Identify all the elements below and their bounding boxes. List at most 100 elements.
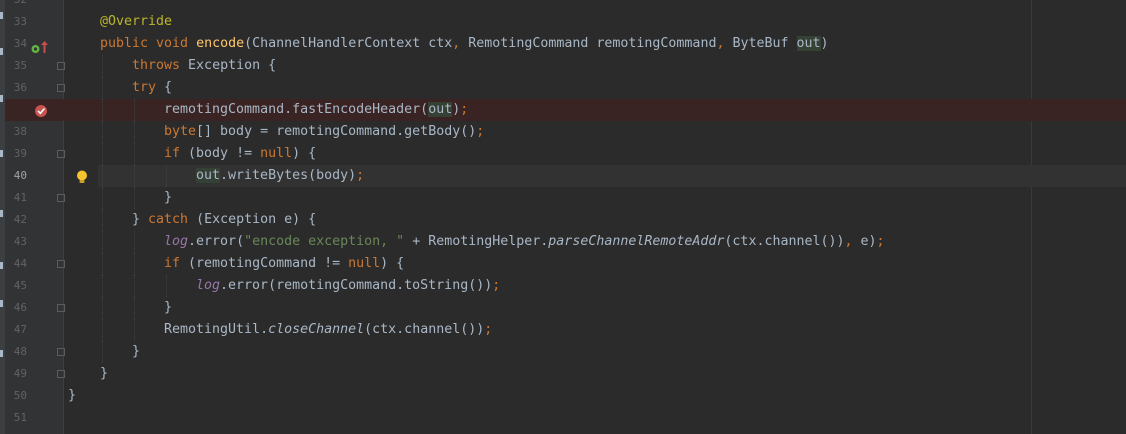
code-token: null [260, 146, 293, 161]
code-token: { [164, 80, 173, 95]
code-token: , [844, 234, 861, 249]
code-token: } [132, 344, 141, 359]
code-token: (Exception e) { [196, 212, 317, 227]
code-token: , [716, 36, 733, 51]
code-token: .error(remotingCommand.toString()) [220, 278, 493, 293]
code-line[interactable]: } [164, 297, 172, 319]
code-line[interactable]: log.error("encode exception, " + Remotin… [164, 231, 885, 253]
indent-guide [134, 297, 136, 319]
line-number[interactable]: 38 [7, 121, 27, 143]
code-token: ) { [380, 256, 405, 271]
line-number[interactable]: 41 [7, 187, 27, 209]
code-token: remotingCommand.fastEncodeHeader( [164, 102, 429, 117]
fold-toggle-icon[interactable] [57, 370, 65, 378]
code-token: closeChannel [268, 322, 365, 337]
indent-guide [134, 143, 136, 165]
implementing-method-icon[interactable] [31, 39, 40, 58]
tool-window-marker [0, 150, 3, 157]
line-number[interactable]: 39 [7, 143, 27, 165]
breakpoint-icon[interactable] [34, 103, 48, 122]
line-number[interactable]: 44 [7, 253, 27, 275]
code-token: ; [460, 102, 469, 117]
code-token: log [196, 278, 221, 293]
indent-guide [134, 319, 136, 341]
right-margin-guide [1031, 0, 1032, 434]
line-number[interactable]: 48 [7, 341, 27, 363]
indent-guide [134, 231, 136, 253]
line-number[interactable]: 45 [7, 275, 27, 297]
indent-guide [102, 253, 104, 275]
tool-window-marker [0, 262, 3, 269]
line-number[interactable]: 34 [7, 33, 27, 55]
code-line[interactable]: } [164, 187, 172, 209]
code-token: (remotingCommand != [188, 256, 349, 271]
line-number[interactable]: 47 [7, 319, 27, 341]
code-token: ; [492, 278, 501, 293]
code-token: + RemotingHelper. [412, 234, 549, 249]
line-number[interactable]: 36 [7, 77, 27, 99]
indent-guide [102, 77, 104, 99]
fold-toggle-icon[interactable] [57, 150, 65, 158]
code-line[interactable]: throws Exception { [132, 55, 276, 77]
code-line[interactable]: @Override [100, 11, 172, 33]
line-number[interactable]: 42 [7, 209, 27, 231]
code-token: (body != [188, 146, 261, 161]
line-number[interactable]: 49 [7, 363, 27, 385]
code-token: encode [196, 36, 245, 51]
indent-guide [102, 275, 104, 297]
line-number[interactable]: 50 [7, 385, 27, 407]
code-token: try [132, 80, 165, 95]
code-token: [] body = remotingCommand.getBody() [196, 124, 477, 139]
code-token: throws [132, 58, 189, 73]
code-token: RemotingCommand remotingCommand [468, 36, 717, 51]
code-line[interactable]: out.writeBytes(body); [196, 165, 364, 187]
code-token: (ChannelHandlerContext ctx [244, 36, 453, 51]
fold-toggle-icon[interactable] [57, 348, 65, 356]
indent-guide [102, 209, 104, 231]
indent-guide [134, 187, 136, 209]
line-number[interactable]: 40 [7, 165, 27, 187]
code-token: ; [484, 322, 493, 337]
code-line[interactable]: RemotingUtil.closeChannel(ctx.channel())… [164, 319, 492, 341]
code-line[interactable]: remotingCommand.fastEncodeHeader(out); [164, 99, 468, 121]
code-line[interactable]: byte[] body = remotingCommand.getBody(); [164, 121, 484, 143]
code-token: } [68, 388, 77, 403]
code-line[interactable]: } [132, 341, 140, 363]
code-token: .error( [188, 234, 245, 249]
code-token: catch [148, 212, 197, 227]
code-line[interactable]: } catch (Exception e) { [132, 209, 316, 231]
fold-toggle-icon[interactable] [57, 304, 65, 312]
indent-guide [102, 341, 104, 363]
code-editor[interactable]: 3233343536373839404142434445464748495051… [0, 0, 1126, 434]
line-number[interactable]: 51 [7, 407, 27, 429]
tool-window-marker [0, 210, 3, 217]
indent-guide [102, 231, 104, 253]
indent-guide [134, 253, 136, 275]
tool-window-marker [0, 300, 3, 307]
code-line[interactable]: } [68, 385, 76, 407]
code-line[interactable]: log.error(remotingCommand.toString()); [196, 275, 500, 297]
line-number[interactable]: 35 [7, 55, 27, 77]
override-up-arrow-icon[interactable] [41, 38, 48, 57]
fold-toggle-icon[interactable] [57, 194, 65, 202]
code-token: out [196, 168, 221, 183]
indent-guide [134, 275, 136, 297]
line-number[interactable]: 33 [7, 11, 27, 33]
code-token: } [164, 190, 173, 205]
line-number[interactable]: 32 [7, 0, 27, 11]
code-token: out [796, 36, 821, 51]
fold-toggle-icon[interactable] [57, 260, 65, 268]
fold-toggle-icon[interactable] [57, 84, 65, 92]
line-number-gutter[interactable]: 3233343536373839404142434445464748495051 [5, 0, 65, 434]
intention-bulb-icon[interactable] [76, 169, 88, 188]
code-line[interactable]: if (body != null) { [164, 143, 316, 165]
code-token: byte [164, 124, 197, 139]
code-line[interactable]: if (remotingCommand != null) { [164, 253, 404, 275]
fold-toggle-icon[interactable] [57, 62, 65, 70]
code-line[interactable]: try { [132, 77, 172, 99]
code-line[interactable]: public void encode(ChannelHandlerContext… [100, 33, 829, 55]
indent-guide [102, 99, 104, 121]
line-number[interactable]: 43 [7, 231, 27, 253]
code-line[interactable]: } [100, 363, 108, 385]
line-number[interactable]: 46 [7, 297, 27, 319]
